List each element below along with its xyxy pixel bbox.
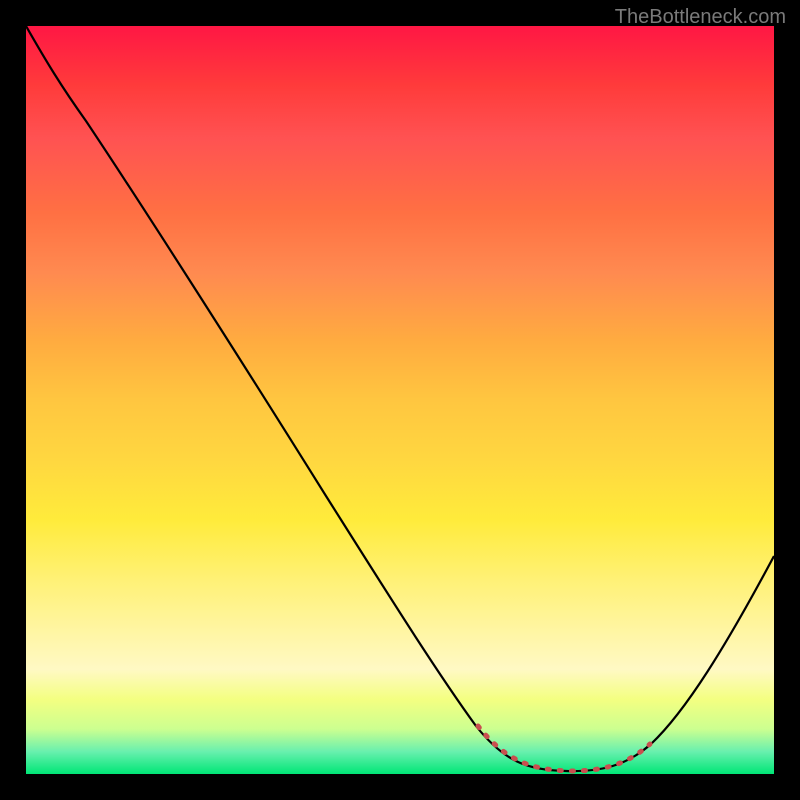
optimal-range-dots <box>478 726 650 771</box>
curve-svg <box>26 26 774 774</box>
chart-area <box>26 26 774 774</box>
watermark-text: TheBottleneck.com <box>615 6 786 29</box>
bottleneck-curve <box>26 26 774 771</box>
